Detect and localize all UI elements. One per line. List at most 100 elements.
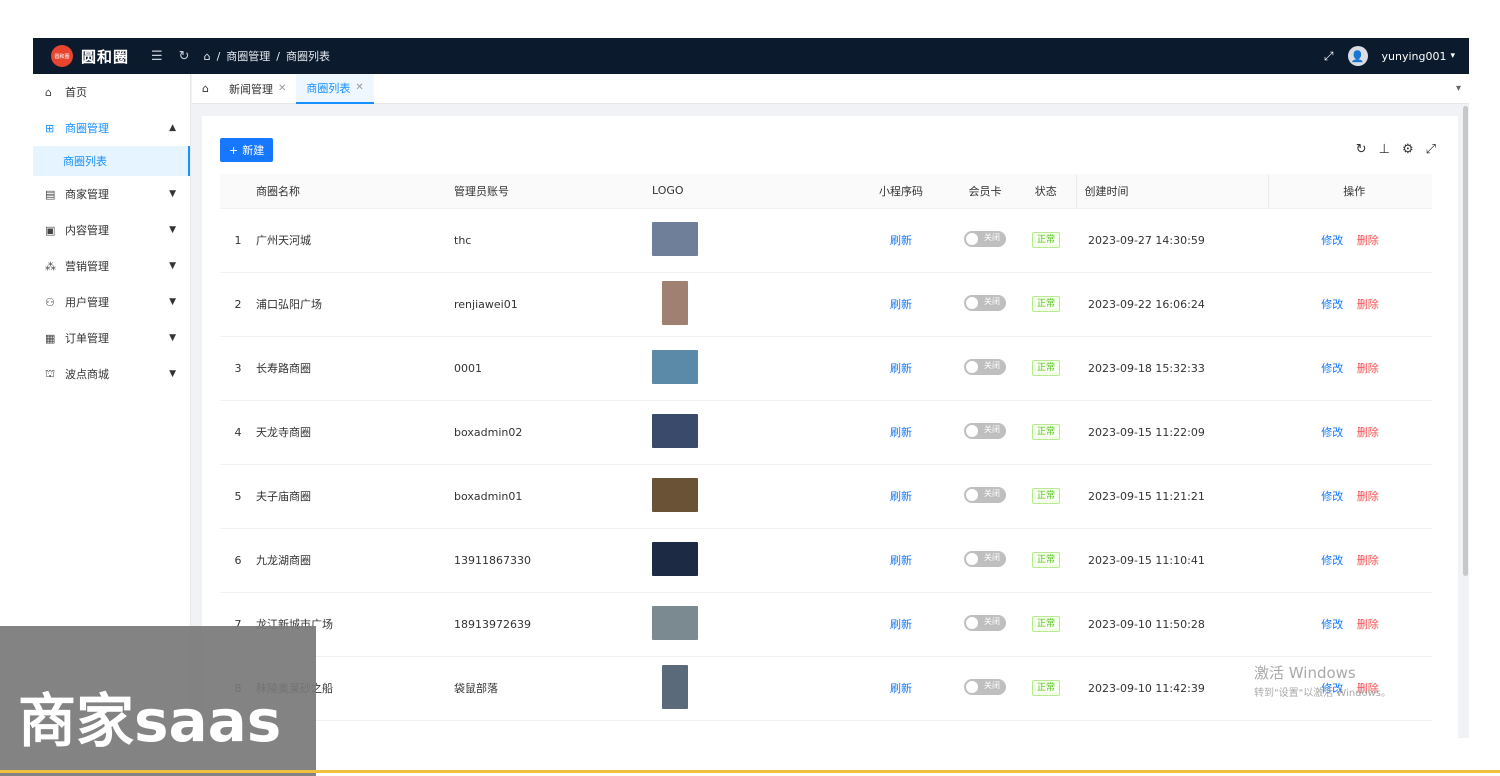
edit-link[interactable]: 修改 [1321, 554, 1343, 567]
operations-cell: 修改 删除 [1268, 208, 1432, 273]
toggle-label: 关闭 [984, 360, 1000, 370]
logo-image[interactable] [662, 280, 688, 325]
caption-text: 商家saas [18, 687, 282, 755]
marketing-icon: ⁂ [45, 259, 56, 273]
refresh-icon[interactable]: ↻ [179, 49, 190, 64]
logo-image[interactable] [652, 605, 698, 640]
chevron-down-icon: ▼ [169, 297, 176, 307]
created-time: 2023-09-15 11:10:41 [1076, 528, 1268, 593]
member-card-toggle[interactable]: 关闭 [964, 550, 1006, 567]
sidebar-item-label: 商圈管理 [65, 122, 109, 135]
sidebar-item-content[interactable]: ▣ 内容管理 ▼ [33, 212, 190, 248]
new-button[interactable]: + 新建 [220, 138, 274, 162]
created-time: 2023-09-10 11:42:39 [1076, 656, 1268, 721]
tab-news[interactable]: 新闻管理 ✕ [219, 74, 296, 104]
home-icon: ⌂ [45, 85, 52, 99]
row-index: 6 [220, 528, 256, 593]
table-row: 1 广州天河城 thc 刷新 关闭 正常 2023-09-27 14:30:59… [220, 208, 1432, 273]
sidebar-item-orders[interactable]: ▦ 订单管理 ▼ [33, 320, 190, 356]
user-name[interactable]: yunying001 [1382, 50, 1447, 63]
delete-link[interactable]: 删除 [1357, 362, 1379, 375]
delete-link[interactable]: 删除 [1357, 618, 1379, 631]
admin-account: boxadmin01 [454, 464, 652, 529]
delete-link[interactable]: 删除 [1357, 554, 1379, 567]
table-row: 4 天龙寺商圈 boxadmin02 刷新 关闭 正常 2023-09-15 1… [220, 400, 1432, 465]
home-icon[interactable]: ⌂ [204, 50, 211, 63]
member-card-toggle[interactable]: 关闭 [964, 294, 1006, 311]
sidebar-item-marketing[interactable]: ⁂ 营销管理 ▼ [33, 248, 190, 284]
refresh-link[interactable]: 刷新 [890, 362, 912, 375]
cluster-name: 天龙寺商圈 [256, 400, 454, 465]
mini-code-cell: 刷新 [848, 208, 954, 273]
row-index: 1 [220, 208, 256, 273]
chevron-down-icon: ▼ [169, 189, 176, 199]
refresh-link[interactable]: 刷新 [890, 682, 912, 695]
member-card-toggle[interactable]: 关闭 [964, 678, 1006, 695]
refresh-link[interactable]: 刷新 [890, 490, 912, 503]
tab-cluster-list[interactable]: 商圈列表 ✕ [296, 73, 374, 104]
refresh-link[interactable]: 刷新 [890, 234, 912, 247]
status-cell: 正常 [1016, 208, 1076, 273]
home-icon: ⌂ [202, 82, 209, 95]
member-card-toggle[interactable]: 关闭 [964, 358, 1006, 375]
refresh-link[interactable]: 刷新 [890, 426, 912, 439]
toggle-knob [966, 552, 978, 565]
sidebar-item-mall[interactable]: ⛫ 波点商城 ▼ [33, 356, 190, 392]
member-card-toggle[interactable]: 关闭 [964, 614, 1006, 631]
edit-link[interactable]: 修改 [1321, 618, 1343, 631]
edit-link[interactable]: 修改 [1321, 298, 1343, 311]
toggle-label: 关闭 [984, 232, 1000, 242]
refresh-link[interactable]: 刷新 [890, 298, 912, 311]
status-badge: 正常 [1031, 360, 1060, 376]
edit-link[interactable]: 修改 [1321, 362, 1343, 375]
refresh-icon[interactable]: ↻ [1356, 142, 1367, 157]
logo-image[interactable] [652, 413, 698, 448]
scrollbar[interactable] [1463, 106, 1468, 576]
refresh-link[interactable]: 刷新 [890, 618, 912, 631]
column-height-icon[interactable]: ⊥ [1379, 142, 1390, 157]
refresh-link[interactable]: 刷新 [890, 554, 912, 567]
fullscreen-icon[interactable]: ⤢ [1426, 142, 1436, 157]
sidebar-item-home[interactable]: ⌂ 首页 [33, 74, 190, 110]
chevron-down-icon[interactable]: ▾ [1450, 51, 1455, 61]
delete-link[interactable]: 删除 [1357, 298, 1379, 311]
member-card-toggle[interactable]: 关闭 [964, 230, 1006, 247]
edit-link[interactable]: 修改 [1321, 490, 1343, 503]
sidebar-item-shop[interactable]: ▤ 商家管理 ▼ [33, 176, 190, 212]
settings-icon[interactable]: ⚙ [1402, 142, 1414, 157]
order-icon: ▦ [45, 331, 56, 345]
edit-link[interactable]: 修改 [1321, 234, 1343, 247]
logo-image[interactable] [652, 221, 698, 256]
sidebar-item-cluster[interactable]: ⊞ 商圈管理 ▲ [33, 110, 190, 146]
chevron-down-icon[interactable]: ▾ [1456, 83, 1461, 94]
row-index: 5 [220, 464, 256, 529]
toggle-label: 关闭 [984, 680, 1000, 690]
users-icon: ⚇ [45, 295, 55, 309]
logo-image[interactable] [652, 541, 698, 576]
logo-image[interactable] [652, 349, 698, 384]
logo-image[interactable] [652, 477, 698, 512]
logo-image[interactable] [662, 664, 688, 709]
close-icon[interactable]: ✕ [278, 83, 286, 94]
breadcrumb-item[interactable]: 商圈管理 [226, 48, 270, 64]
delete-link[interactable]: 删除 [1357, 234, 1379, 247]
collapse-menu-icon[interactable]: ☰ [151, 49, 163, 64]
admin-account: thc [454, 208, 652, 273]
toggle-knob [966, 360, 978, 373]
close-icon[interactable]: ✕ [355, 82, 363, 93]
avatar[interactable]: 👤 [1347, 46, 1368, 66]
member-card-toggle[interactable]: 关闭 [964, 486, 1006, 503]
status-badge: 正常 [1031, 296, 1060, 312]
table-row: 8 秣陵奥莱砂之船 袋鼠部落 刷新 关闭 正常 2023-09-10 11:42… [220, 656, 1432, 721]
sidebar-item-users[interactable]: ⚇ 用户管理 ▼ [33, 284, 190, 320]
fullscreen-icon[interactable]: ⤢ [1324, 49, 1334, 64]
member-card-toggle[interactable]: 关闭 [964, 422, 1006, 439]
delete-link[interactable]: 删除 [1357, 490, 1379, 503]
delete-link[interactable]: 删除 [1357, 426, 1379, 439]
sidebar-subitem-cluster-list[interactable]: 商圈列表 [33, 146, 190, 176]
edit-link[interactable]: 修改 [1321, 426, 1343, 439]
operations-cell: 修改 删除 [1268, 400, 1432, 465]
tab-home[interactable]: ⌂ [192, 74, 219, 104]
member-card-cell: 关闭 [954, 528, 1016, 593]
toggle-knob [966, 296, 978, 309]
